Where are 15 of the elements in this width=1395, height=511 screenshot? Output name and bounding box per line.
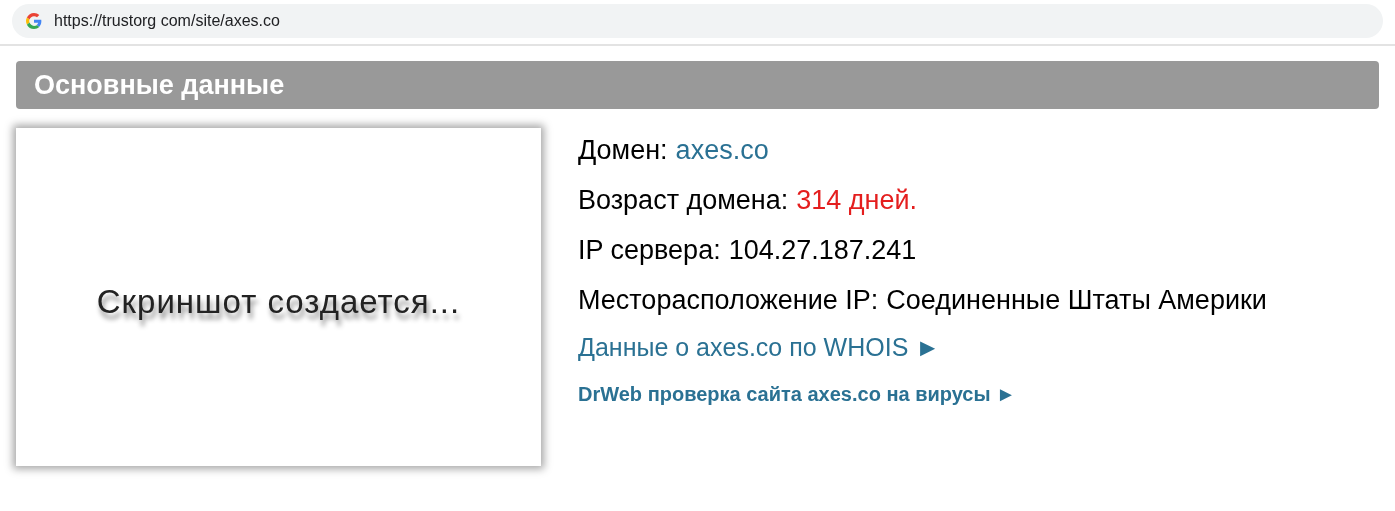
- placeholder-text: Скриншот создается...: [96, 282, 461, 323]
- field-value: Соединенные Штаты Америки: [886, 284, 1267, 316]
- domain-link[interactable]: axes.co: [675, 134, 769, 166]
- section-header: Основные данные: [16, 61, 1379, 109]
- field-label: Месторасположение IP:: [578, 284, 879, 316]
- field-label: Домен:: [578, 134, 668, 166]
- field-label: Возраст домена:: [578, 184, 789, 216]
- field-value: 314 дней.: [796, 184, 918, 216]
- address-bar[interactable]: https://trustorg com/site/axes.co: [12, 4, 1383, 38]
- field-label: IP сервера:: [578, 234, 721, 266]
- info-link[interactable]: DrWeb проверка сайта axes.co на вирусы ►: [578, 382, 1016, 406]
- url-text: https://trustorg com/site/axes.co: [54, 11, 280, 31]
- google-icon: [26, 13, 42, 29]
- field-value: 104.27.187.241: [728, 234, 917, 266]
- info-link[interactable]: Данные о axes.co по WHOIS ►: [578, 332, 940, 362]
